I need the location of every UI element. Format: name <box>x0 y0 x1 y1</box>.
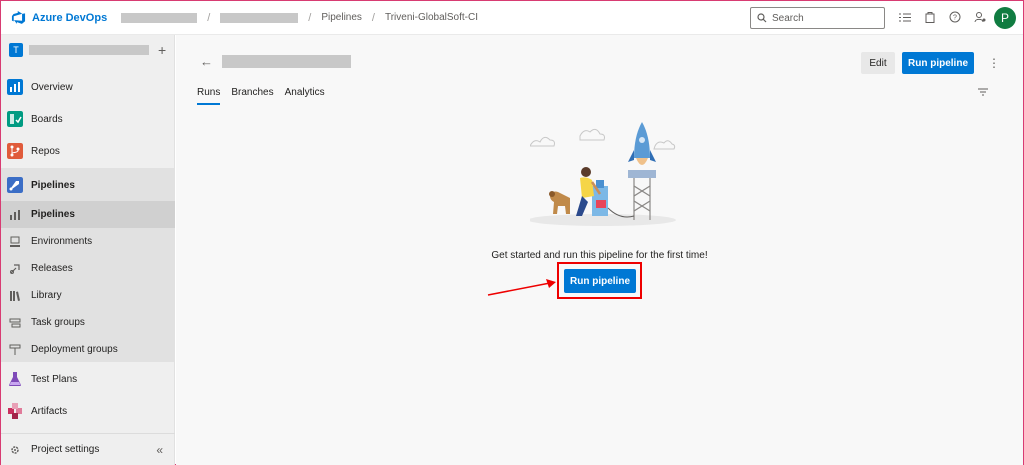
project-badge: T <box>9 43 23 57</box>
azure-devops-logo[interactable]: Azure DevOps <box>11 10 107 25</box>
breadcrumb-pipelines[interactable]: Pipelines <box>321 12 362 23</box>
sidebar-subitem-task-groups[interactable]: Task groups <box>1 309 175 336</box>
artifacts-icon <box>8 403 22 419</box>
deployment-groups-icon <box>9 344 21 355</box>
task-groups-icon <box>9 318 21 327</box>
top-bar: Azure DevOps / / Pipelines / Triveni-Glo… <box>1 1 1023 35</box>
sidebar-item-pipelines[interactable]: Pipelines <box>1 170 175 200</box>
task-list-icon[interactable] <box>897 9 913 25</box>
help-icon[interactable]: ? <box>947 9 963 25</box>
sidebar-item-label: Library <box>31 290 62 301</box>
gear-icon <box>11 445 19 454</box>
annotation-arrow-icon <box>487 279 556 296</box>
back-arrow-icon[interactable]: ← <box>200 54 213 69</box>
pipelines-icon <box>7 177 23 193</box>
main-content: ← Edit Run pipeline ⋮ Runs Branches Anal… <box>176 35 1023 465</box>
breadcrumb-separator: / <box>207 11 211 24</box>
breadcrumb-org-redacted[interactable] <box>121 12 198 23</box>
project-settings-label: Project settings <box>31 444 100 455</box>
sidebar-item-overview[interactable]: Overview <box>1 72 175 102</box>
more-options-icon[interactable]: ⋮ <box>988 56 1000 70</box>
run-pipeline-cta-button[interactable]: Run pipeline <box>564 269 636 293</box>
test-plans-icon <box>9 372 21 386</box>
azure-devops-icon <box>11 10 26 24</box>
tab-runs[interactable]: Runs <box>197 87 221 105</box>
marketplace-icon[interactable] <box>922 9 938 25</box>
search-box[interactable] <box>750 7 885 29</box>
tabs: Runs Branches Analytics <box>197 87 325 105</box>
top-icons: ? <box>897 9 988 25</box>
filter-icon[interactable] <box>978 87 988 99</box>
sidebar-item-repos[interactable]: Repos <box>1 136 175 166</box>
sidebar-item-label: Pipelines <box>31 209 75 220</box>
sidebar-item-label: Environments <box>31 236 93 247</box>
sidebar-item-artifacts[interactable]: Artifacts <box>1 396 175 426</box>
project-name-redacted <box>29 45 149 55</box>
pipelines-sub-icon <box>10 209 20 220</box>
run-pipeline-button[interactable]: Run pipeline <box>902 52 974 74</box>
breadcrumb-project-redacted[interactable] <box>220 12 299 23</box>
repos-icon <box>7 143 23 159</box>
project-settings[interactable]: Project settings « <box>1 433 175 465</box>
empty-state-message: Get started and run this pipeline for th… <box>491 250 708 261</box>
sidebar-subitem-deployment-groups[interactable]: Deployment groups <box>1 336 175 363</box>
boards-icon <box>7 111 23 127</box>
sidebar-item-label: Boards <box>31 113 63 125</box>
avatar[interactable]: P <box>994 7 1016 29</box>
collapse-sidebar-icon[interactable]: « <box>156 443 163 457</box>
sidebar-item-boards[interactable]: Boards <box>1 104 175 134</box>
sidebar-item-label: Deployment groups <box>31 344 118 355</box>
sidebar-subitem-releases[interactable]: Releases <box>1 255 175 282</box>
library-icon <box>10 290 20 301</box>
project-header[interactable]: T + <box>1 35 174 65</box>
sidebar-item-label: Task groups <box>31 317 85 328</box>
svg-text:?: ? <box>953 15 957 22</box>
sidebar: T + Overview Boards Repos Pipelines Pipe… <box>1 35 175 465</box>
breadcrumb-separator: / <box>308 11 312 24</box>
overview-icon <box>7 79 23 95</box>
pipelines-group: Pipelines Pipelines Environments Release… <box>1 168 175 362</box>
tab-branches[interactable]: Branches <box>231 87 273 105</box>
breadcrumb-separator: / <box>371 11 375 24</box>
sidebar-subitem-pipelines[interactable]: Pipelines <box>1 201 175 228</box>
empty-state-illustration <box>530 122 676 226</box>
sidebar-item-label: Repos <box>31 145 60 157</box>
sidebar-item-label: Releases <box>31 263 73 274</box>
sidebar-item-label: Test Plans <box>31 373 78 385</box>
edit-button[interactable]: Edit <box>861 52 895 74</box>
search-input[interactable] <box>772 12 872 24</box>
sidebar-subitem-library[interactable]: Library <box>1 282 175 309</box>
sidebar-subitem-environments[interactable]: Environments <box>1 228 175 255</box>
breadcrumb-pipeline-name[interactable]: Triveni-GlobalSoft-CI <box>385 12 478 23</box>
tab-analytics[interactable]: Analytics <box>285 87 325 105</box>
pipeline-title-redacted <box>222 55 351 68</box>
sidebar-item-label: Pipelines <box>31 179 75 191</box>
sidebar-item-test-plans[interactable]: Test Plans <box>1 364 175 394</box>
add-icon[interactable]: + <box>158 42 166 58</box>
sidebar-item-label: Artifacts <box>31 405 68 417</box>
user-settings-icon[interactable] <box>972 9 988 25</box>
search-icon <box>757 13 767 23</box>
releases-icon <box>10 263 20 274</box>
brand-name: Azure DevOps <box>32 11 108 24</box>
sidebar-item-label: Overview <box>31 81 73 93</box>
environments-icon <box>10 236 20 247</box>
